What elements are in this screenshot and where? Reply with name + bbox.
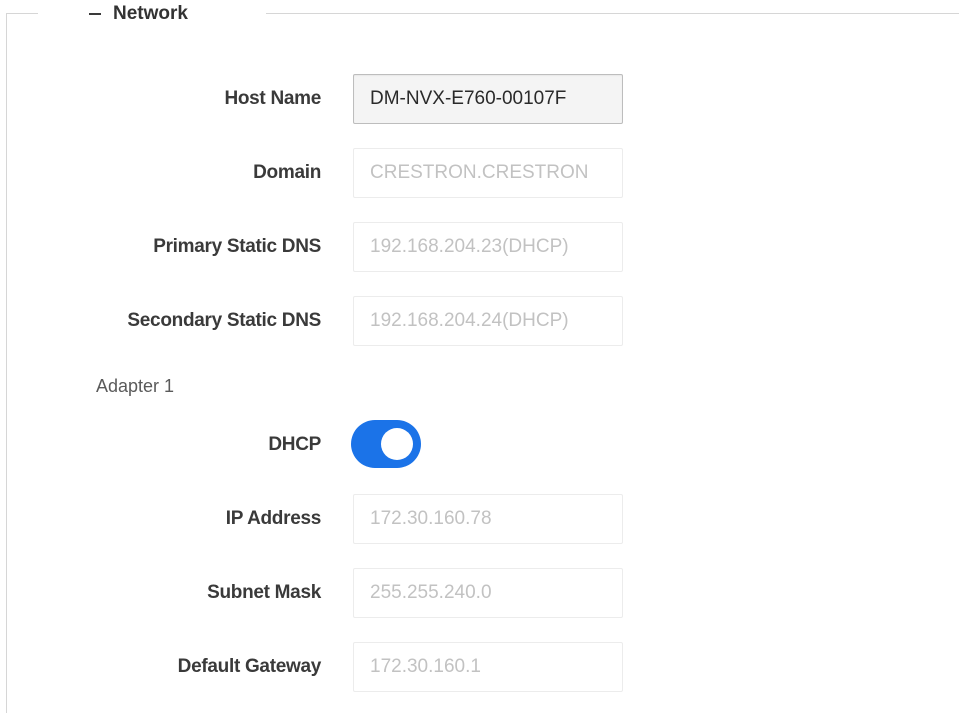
section-frame-top-left xyxy=(6,13,38,14)
subnet-mask-value: 255.255.240.0 xyxy=(370,582,492,603)
domain-row: Domain CRESTRON.CRESTRON xyxy=(0,148,959,198)
subnet-mask-input: 255.255.240.0 xyxy=(353,568,623,618)
subnet-mask-label: Subnet Mask xyxy=(207,582,321,603)
default-gateway-row: Default Gateway 172.30.160.1 xyxy=(0,642,959,692)
ip-address-input: 172.30.160.78 xyxy=(353,494,623,544)
subnet-mask-row: Subnet Mask 255.255.240.0 xyxy=(0,568,959,618)
network-section-header[interactable]: Network xyxy=(89,1,188,27)
host-name-label: Host Name xyxy=(224,88,321,109)
primary-dns-row: Primary Static DNS 192.168.204.23(DHCP) xyxy=(0,222,959,272)
default-gateway-input: 172.30.160.1 xyxy=(353,642,623,692)
domain-value: CRESTRON.CRESTRON xyxy=(370,162,589,183)
secondary-dns-value: 192.168.204.24(DHCP) xyxy=(370,310,569,331)
adapter-title: Adapter 1 xyxy=(96,376,175,396)
network-settings-page: Network Host Name DM-NVX-E760-00107F Dom… xyxy=(0,0,959,713)
default-gateway-label: Default Gateway xyxy=(177,656,322,677)
host-name-row: Host Name DM-NVX-E760-00107F xyxy=(0,74,959,124)
primary-dns-input: 192.168.204.23(DHCP) xyxy=(353,222,623,272)
host-name-input[interactable]: DM-NVX-E760-00107F xyxy=(353,74,623,124)
section-frame-top-right xyxy=(266,13,959,14)
secondary-dns-label: Secondary Static DNS xyxy=(127,310,321,331)
ip-address-row: IP Address 172.30.160.78 xyxy=(0,494,959,544)
ip-address-value: 172.30.160.78 xyxy=(370,508,492,529)
secondary-dns-row: Secondary Static DNS 192.168.204.24(DHCP… xyxy=(0,296,959,346)
secondary-dns-input: 192.168.204.24(DHCP) xyxy=(353,296,623,346)
section-title: Network xyxy=(113,3,188,24)
dhcp-row: DHCP xyxy=(0,420,959,470)
dhcp-label: DHCP xyxy=(268,434,321,455)
minus-icon[interactable] xyxy=(89,13,101,15)
primary-dns-value: 192.168.204.23(DHCP) xyxy=(370,236,569,257)
domain-input: CRESTRON.CRESTRON xyxy=(353,148,623,198)
domain-label: Domain xyxy=(253,162,321,183)
default-gateway-value: 172.30.160.1 xyxy=(370,656,481,677)
dhcp-toggle[interactable] xyxy=(351,420,421,468)
host-name-value: DM-NVX-E760-00107F xyxy=(370,88,567,109)
ip-address-label: IP Address xyxy=(225,508,322,529)
primary-dns-label: Primary Static DNS xyxy=(153,236,321,257)
toggle-knob xyxy=(381,428,413,460)
